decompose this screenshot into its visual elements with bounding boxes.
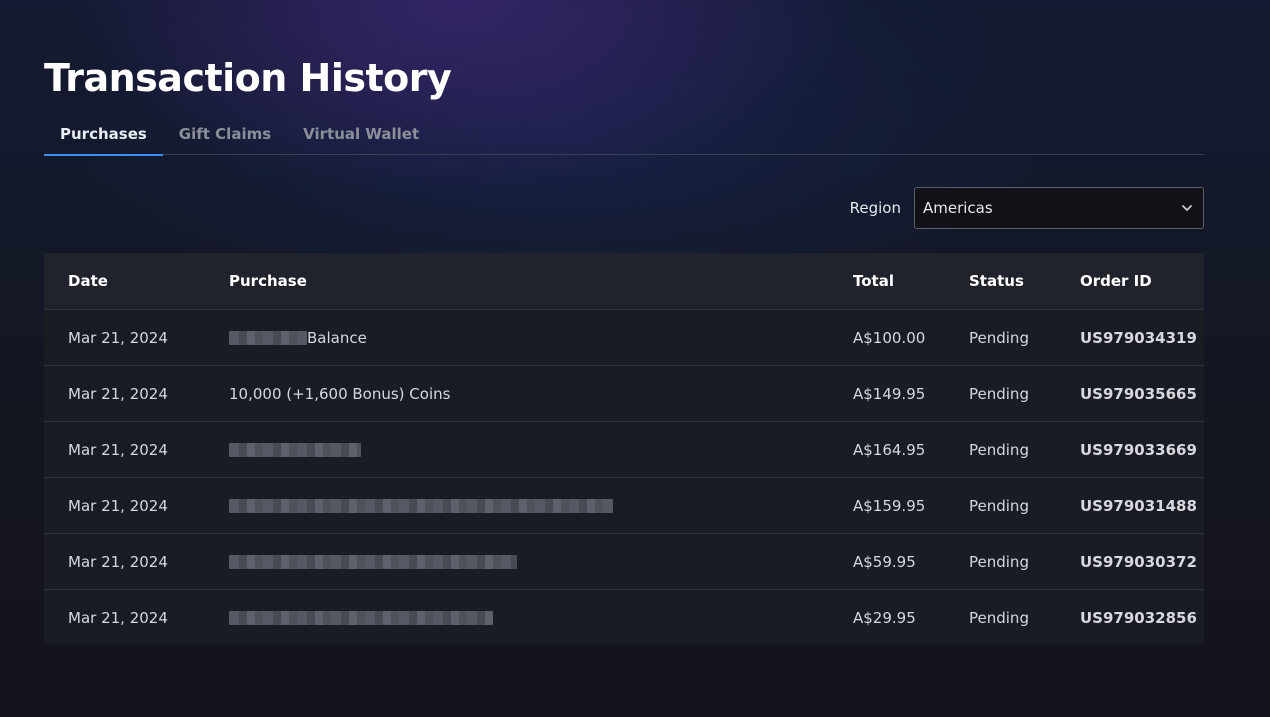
- row-purchase: [229, 497, 613, 515]
- row-total: A$149.95: [853, 384, 926, 403]
- header-total: Total: [853, 272, 894, 290]
- row-status: Pending: [969, 496, 1029, 515]
- row-date: Mar 21, 2024: [68, 608, 168, 627]
- redacted-text: [229, 331, 307, 345]
- row-date: Mar 21, 2024: [68, 496, 168, 515]
- row-purchase: [229, 441, 361, 459]
- header-date: Date: [68, 272, 108, 290]
- row-date: Mar 21, 2024: [68, 440, 168, 459]
- redacted-text: [229, 443, 361, 457]
- table-row: Mar 21, 2024 10,000 (+1,600 Bonus) Coins…: [44, 365, 1204, 421]
- row-purchase: [229, 553, 517, 571]
- row-status: Pending: [969, 384, 1029, 403]
- row-purchase: 10,000 (+1,600 Bonus) Coins: [229, 384, 451, 403]
- row-purchase-text: Balance: [307, 328, 367, 347]
- transactions-table: Date Purchase Total Status Order ID Mar …: [44, 253, 1204, 645]
- row-total: A$100.00: [853, 328, 926, 347]
- row-order-id-link[interactable]: US979032856: [1080, 609, 1197, 627]
- table-header: Date Purchase Total Status Order ID: [44, 253, 1204, 309]
- row-order-id-link[interactable]: US979030372: [1080, 553, 1197, 571]
- row-purchase: Balance: [229, 329, 367, 347]
- region-select[interactable]: Americas: [914, 187, 1204, 229]
- row-status: Pending: [969, 440, 1029, 459]
- tab-virtual-wallet[interactable]: Virtual Wallet: [287, 112, 435, 155]
- row-date: Mar 21, 2024: [68, 384, 168, 403]
- row-status: Pending: [969, 328, 1029, 347]
- row-order-id-link[interactable]: US979035665: [1080, 385, 1197, 403]
- row-date: Mar 21, 2024: [68, 552, 168, 571]
- region-label: Region: [849, 199, 901, 217]
- redacted-text: [229, 611, 493, 625]
- row-total: A$164.95: [853, 440, 926, 459]
- header-status: Status: [969, 272, 1024, 290]
- table-row: Mar 21, 2024 A$59.95 Pending US979030372: [44, 533, 1204, 589]
- row-total: A$59.95: [853, 552, 916, 571]
- header-order-id: Order ID: [1080, 272, 1152, 290]
- region-filter: Region Americas: [850, 187, 1204, 229]
- table-row: Mar 21, 2024 A$164.95 Pending US97903366…: [44, 421, 1204, 477]
- table-row: Mar 21, 2024 A$29.95 Pending US979032856: [44, 589, 1204, 645]
- tab-gift-claims[interactable]: Gift Claims: [163, 112, 287, 155]
- row-purchase: [229, 609, 493, 627]
- row-date: Mar 21, 2024: [68, 328, 168, 347]
- row-total: A$29.95: [853, 608, 916, 627]
- page-title: Transaction History: [44, 56, 452, 100]
- row-total: A$159.95: [853, 496, 926, 515]
- table-row: Mar 21, 2024 Balance A$100.00 Pending US…: [44, 309, 1204, 365]
- row-order-id-link[interactable]: US979034319: [1080, 329, 1197, 347]
- chevron-down-icon: [1179, 200, 1195, 216]
- redacted-text: [229, 499, 613, 513]
- tab-purchases[interactable]: Purchases: [44, 112, 163, 156]
- row-order-id-link[interactable]: US979031488: [1080, 497, 1197, 515]
- header-purchase: Purchase: [229, 272, 307, 290]
- row-status: Pending: [969, 608, 1029, 627]
- row-order-id-link[interactable]: US979033669: [1080, 441, 1197, 459]
- row-status: Pending: [969, 552, 1029, 571]
- table-row: Mar 21, 2024 A$159.95 Pending US97903148…: [44, 477, 1204, 533]
- region-selected-value: Americas: [923, 199, 993, 217]
- tab-bar: Purchases Gift Claims Virtual Wallet: [44, 112, 1204, 156]
- redacted-text: [229, 555, 517, 569]
